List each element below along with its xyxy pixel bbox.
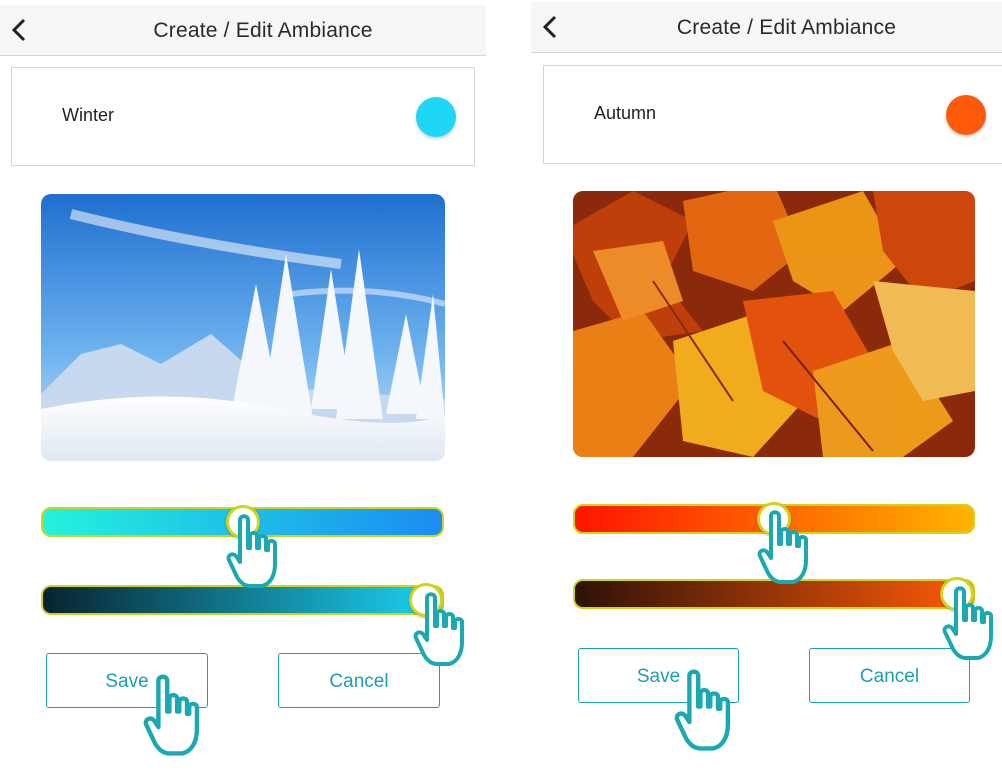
cancel-button[interactable]: Cancel [278, 653, 440, 708]
color-swatch-button[interactable] [416, 97, 456, 137]
chevron-left-icon [542, 15, 557, 39]
cancel-button[interactable]: Cancel [809, 648, 970, 703]
app-header: Create / Edit Ambiance [0, 5, 486, 56]
color-swatch-button[interactable] [946, 95, 986, 135]
back-button[interactable] [540, 14, 564, 40]
hue-slider[interactable] [41, 505, 444, 539]
ambiance-name-card [543, 65, 1002, 164]
ambiance-image [41, 194, 445, 461]
hue-slider-thumb[interactable] [757, 502, 791, 536]
hue-slider[interactable] [573, 502, 975, 536]
hue-slider-thumb[interactable] [226, 505, 260, 539]
save-button[interactable]: Save [46, 653, 208, 708]
page-title: Create / Edit Ambiance [676, 16, 897, 39]
brightness-slider-thumb[interactable] [940, 577, 974, 611]
ambiance-name-field[interactable] [594, 103, 894, 124]
brightness-slider[interactable] [41, 583, 444, 617]
back-button[interactable] [9, 17, 33, 43]
page-title: Create / Edit Ambiance [153, 19, 373, 42]
ambiance-name-card [11, 67, 475, 166]
screen-autumn: Create / Edit Ambiance Autumn Save Cance… [531, 0, 1002, 774]
ambiance-image [573, 191, 975, 457]
screen-winter: Create / Edit Ambiance Winter Save Cance… [0, 0, 486, 774]
brightness-slider-thumb[interactable] [409, 583, 443, 617]
chevron-left-icon [11, 18, 26, 42]
app-header: Create / Edit Ambiance [531, 2, 1002, 53]
ambiance-name-field[interactable] [62, 105, 362, 126]
brightness-slider[interactable] [573, 577, 975, 611]
save-button[interactable]: Save [578, 648, 739, 703]
